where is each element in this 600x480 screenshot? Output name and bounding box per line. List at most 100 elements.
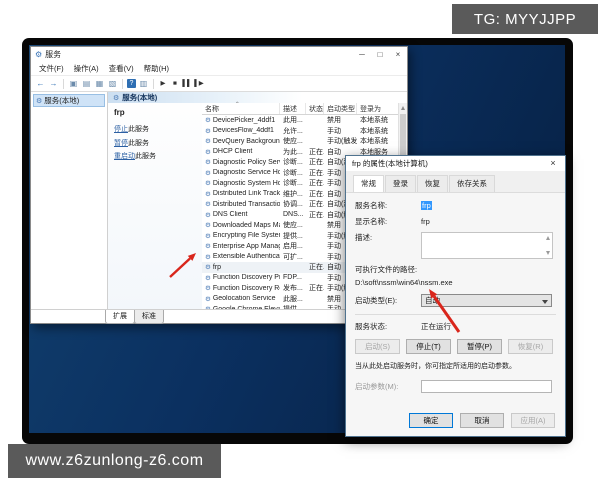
start-params-label: 启动参数(M):: [355, 381, 421, 392]
service-gear-icon: ⚙: [205, 284, 211, 292]
service-gear-icon: ⚙: [205, 137, 211, 145]
service-action-link[interactable]: 停止此服务: [114, 124, 198, 134]
export-list-icon[interactable]: ▤: [81, 78, 92, 89]
menu-item[interactable]: 查看(V): [104, 63, 139, 74]
start-service-icon[interactable]: ▶: [158, 78, 168, 89]
toolbar: ← → ▣ ▤ ▦ ▧ ? ▥ ▶ ■ ▌▌ ▌▶: [31, 76, 407, 92]
window-titlebar[interactable]: ⚙ 服务 ─ □ ×: [31, 47, 407, 62]
doc-icon[interactable]: ▦: [94, 78, 105, 89]
display-name-value: frp: [421, 217, 430, 226]
toolbar-separator: [122, 79, 123, 89]
service-gear-icon: ⚙: [205, 253, 211, 261]
dialog-close-icon[interactable]: ×: [541, 156, 565, 171]
selected-service-name: frp: [114, 108, 198, 117]
tab-logon[interactable]: 登录: [385, 175, 416, 192]
menu-item[interactable]: 帮助(H): [139, 63, 174, 74]
service-gear-icon: ⚙: [205, 158, 211, 166]
print-icon[interactable]: ▧: [107, 78, 118, 89]
service-gear-icon: ⚙: [205, 242, 211, 250]
chevron-down-icon: [542, 300, 548, 304]
service-gear-icon: ⚙: [205, 274, 211, 282]
scroll-up-icon[interactable]: [401, 106, 405, 110]
startup-type-select[interactable]: 自动: [421, 294, 552, 307]
start-params-note: 当从此处启动服务时，你可指定所适用的启动参数。: [355, 361, 556, 371]
column-header[interactable]: 启动类型: [324, 103, 357, 114]
separator: [355, 314, 556, 315]
table-row[interactable]: ⚙DevicesFlow_4ddf1 允许... 手动 本地系统: [202, 126, 399, 137]
service-gear-icon: ⚙: [205, 116, 211, 124]
table-row[interactable]: ⚙DevQuery Background D... 使应... 手动(触发...…: [202, 136, 399, 147]
frp-properties-dialog: frp 的属性(本地计算机) × 常规 登录 恢复 依存关系 服务名称: frp…: [345, 155, 566, 437]
services-app-icon: ⚙: [35, 50, 42, 59]
service-status-value: 正在运行: [421, 321, 451, 332]
service-gear-icon: ⚙: [205, 211, 211, 219]
window-title: 服务: [45, 49, 353, 60]
windows-desktop: ⚙ 服务 ─ □ × 文件(F)操作(A)查看(V)帮助(H) ← → ▣ ▤ …: [29, 45, 565, 433]
tab-general[interactable]: 常规: [353, 175, 384, 192]
column-header[interactable]: 状态: [306, 103, 324, 114]
table-row[interactable]: ⚙DevicePicker_4ddf1 此用... 禁用 本地系统: [202, 115, 399, 126]
pane-header-label: 服务(本地): [122, 92, 157, 103]
pane-icon[interactable]: ▥: [138, 78, 149, 89]
service-gear-icon: ⚙: [205, 190, 211, 198]
service-gear-icon: ⚙: [205, 200, 211, 208]
stop-service-icon[interactable]: ■: [170, 78, 180, 89]
toolbar-separator: [63, 79, 64, 89]
column-header[interactable]: 名称: [202, 103, 280, 114]
service-gear-icon: ⚙: [205, 305, 211, 309]
cancel-button[interactable]: 取消: [460, 413, 504, 428]
sort-ascending-icon: ˆ: [236, 101, 239, 110]
description-textarea[interactable]: [421, 232, 553, 259]
service-status-label: 服务状态:: [355, 321, 421, 332]
watermark-url: www.z6zunlong-z6.com: [8, 444, 221, 478]
menu-bar: 文件(F)操作(A)查看(V)帮助(H): [31, 62, 407, 76]
minimize-button[interactable]: ─: [353, 48, 371, 62]
extended-panel: frp 停止此服务 暂停此服务 重启动此服务: [108, 103, 202, 309]
service-action-link[interactable]: 暂停此服务: [114, 138, 198, 148]
scrollbar-thumb[interactable]: [400, 114, 406, 160]
service-gear-icon: ⚙: [205, 232, 211, 240]
tab-dependencies[interactable]: 依存关系: [449, 175, 495, 192]
page: TG: MYYJJPP ⚙ 服务 ─ □ × 文件(F)操作(A)查看(V)帮助…: [0, 0, 600, 480]
service-gear-icon: ⚙: [205, 148, 211, 156]
description-label: 描述:: [355, 232, 421, 243]
column-header[interactable]: 登录为: [357, 103, 399, 114]
startup-type-label: 启动类型(E):: [355, 295, 421, 306]
close-button[interactable]: ×: [389, 48, 407, 62]
menu-item[interactable]: 操作(A): [69, 63, 104, 74]
exe-path-label: 可执行文件的路径:: [355, 264, 556, 275]
dialog-titlebar[interactable]: frp 的属性(本地计算机) ×: [346, 156, 565, 171]
column-header[interactable]: 描述: [280, 103, 306, 114]
pane-header-icon: ⚙: [113, 94, 119, 102]
scroll-down-icon[interactable]: [546, 251, 550, 255]
display-name-label: 显示名称:: [355, 216, 421, 227]
show-console-tree-icon[interactable]: ▣: [68, 78, 79, 89]
menu-item[interactable]: 文件(F): [34, 63, 69, 74]
service-name-value: frp: [421, 201, 432, 210]
help-icon[interactable]: ?: [127, 79, 136, 88]
service-gear-icon: ⚙: [205, 127, 211, 135]
service-gear-icon: ⚙: [205, 179, 211, 187]
start-params-input: [421, 380, 552, 393]
services-node-icon: ⚙: [36, 97, 42, 105]
dialog-title: frp 的属性(本地计算机): [352, 158, 541, 169]
exe-path-value: D:\soft\nssm\win64\nssm.exe: [355, 278, 556, 287]
stop-button[interactable]: 停止(T): [406, 339, 451, 354]
ok-button[interactable]: 确定: [409, 413, 453, 428]
scroll-up-icon[interactable]: [546, 236, 550, 240]
pause-button[interactable]: 暂停(P): [457, 339, 502, 354]
tab-standard[interactable]: 标准: [134, 310, 164, 324]
service-gear-icon: ⚙: [205, 221, 211, 229]
restart-service-icon[interactable]: ▌▶: [194, 78, 204, 89]
back-icon[interactable]: ←: [35, 78, 46, 89]
forward-icon[interactable]: →: [48, 78, 59, 89]
console-tree-pane: ⚙ 服务(本地): [31, 92, 108, 309]
maximize-button[interactable]: □: [371, 48, 389, 62]
service-action-link[interactable]: 重启动此服务: [114, 151, 198, 161]
service-gear-icon: ⚙: [205, 169, 211, 177]
startup-type-value: 自动: [425, 295, 440, 306]
tab-recovery[interactable]: 恢复: [417, 175, 448, 192]
pause-service-icon[interactable]: ▌▌: [182, 78, 192, 89]
tab-extended[interactable]: 扩展: [105, 310, 135, 324]
tree-item-services-local[interactable]: ⚙ 服务(本地): [33, 94, 105, 107]
